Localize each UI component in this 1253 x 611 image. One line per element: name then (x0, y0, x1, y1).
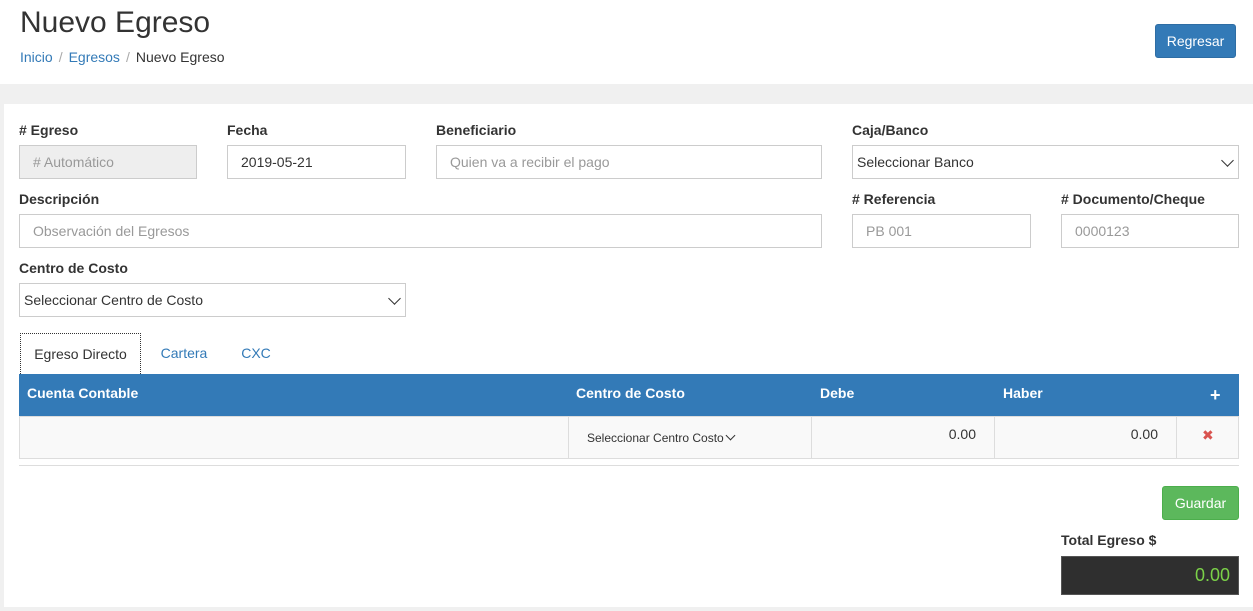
breadcrumb: Inicio / Egresos / Nuevo Egreso (20, 49, 225, 65)
row-centro-costo-select[interactable]: Seleccionar Centro Costo (569, 417, 812, 458)
centro-costo-label: Centro de Costo (19, 260, 128, 276)
delete-cell: ✖ (1177, 417, 1238, 458)
tab-cartera[interactable]: Cartera (152, 333, 216, 374)
documento-label: # Documento/Cheque (1061, 191, 1205, 207)
haber-value: 0.00 (1130, 426, 1158, 442)
page-title: Nuevo Egreso (20, 6, 211, 39)
referencia-input[interactable]: PB 001 (852, 214, 1031, 248)
tab-cxc[interactable]: CXC (232, 333, 280, 374)
breadcrumb-separator: / (58, 49, 63, 65)
beneficiario-input[interactable]: Quien va a recibir el pago (436, 145, 822, 179)
caja-banco-select[interactable]: Seleccionar Banco (852, 145, 1239, 179)
fecha-label: Fecha (227, 122, 268, 138)
tab-egreso-directo[interactable]: Egreso Directo (20, 333, 141, 374)
breadcrumb-inicio[interactable]: Inicio (20, 49, 53, 65)
total-egreso-value: 0.00 (1061, 556, 1239, 595)
debe-value: 0.00 (948, 426, 976, 442)
chevron-down-icon (388, 292, 401, 305)
header-cuenta-contable: Cuenta Contable (27, 385, 139, 401)
egreso-input: # Automático (19, 145, 197, 179)
table-row: Seleccionar Centro Costo 0.00 0.00 ✖ (19, 416, 1239, 459)
breadcrumb-egresos[interactable]: Egresos (69, 49, 120, 65)
referencia-label: # Referencia (852, 191, 936, 207)
debe-cell[interactable]: 0.00 (812, 417, 995, 458)
cuenta-contable-cell[interactable] (20, 417, 569, 458)
documento-input[interactable]: 0000123 (1061, 214, 1239, 248)
header-haber: Haber (1003, 385, 1043, 401)
descripcion-input[interactable]: Observación del Egresos (19, 214, 822, 248)
chevron-down-icon (725, 430, 736, 441)
centro-costo-select[interactable]: Seleccionar Centro de Costo (19, 283, 406, 317)
breadcrumb-separator: / (125, 49, 130, 65)
descripcion-label: Descripción (19, 191, 100, 207)
form-card: # Egreso Fecha Beneficiario Caja/Banco #… (4, 104, 1253, 607)
row-centro-costo-selected: Seleccionar Centro Costo (587, 431, 724, 445)
chevron-down-icon (1221, 154, 1234, 167)
header-debe: Debe (820, 385, 855, 401)
table-footer (19, 459, 1239, 466)
header-centro-costo: Centro de Costo (576, 385, 685, 401)
haber-cell[interactable]: 0.00 (995, 417, 1177, 458)
page-header: Nuevo Egreso Inicio / Egresos / Nuevo Eg… (0, 0, 1253, 84)
table-header: Cuenta Contable Centro de Costo Debe Hab… (19, 374, 1239, 416)
total-egreso-label: Total Egreso $ (1061, 532, 1157, 548)
regresar-button[interactable]: Regresar (1155, 24, 1236, 58)
plus-icon[interactable]: + (1210, 385, 1221, 406)
egreso-label: # Egreso (19, 122, 79, 138)
beneficiario-label: Beneficiario (436, 122, 517, 138)
caja-banco-label: Caja/Banco (852, 122, 929, 138)
breadcrumb-current: Nuevo Egreso (135, 49, 225, 65)
centro-costo-selected: Seleccionar Centro de Costo (24, 292, 203, 308)
caja-banco-selected: Seleccionar Banco (857, 154, 974, 170)
close-icon[interactable]: ✖ (1202, 427, 1214, 444)
guardar-button[interactable]: Guardar (1162, 486, 1239, 520)
fecha-input[interactable]: 2019-05-21 (227, 145, 406, 179)
